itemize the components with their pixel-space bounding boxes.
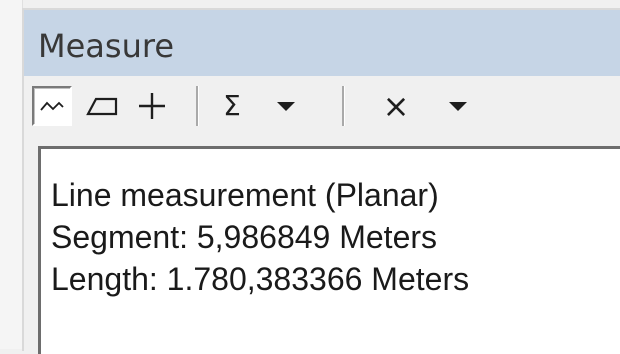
window-title: Measure <box>38 27 174 65</box>
toolbar-separator <box>342 86 345 126</box>
clear-dropdown-button[interactable] <box>440 88 476 124</box>
title-bar[interactable]: Measure <box>24 10 620 76</box>
measure-area-button[interactable] <box>82 88 122 124</box>
chevron-down-icon <box>449 102 467 111</box>
segment-value-text: Segment: 5,986849 Meters <box>51 219 438 255</box>
clear-button[interactable]: × <box>378 88 414 124</box>
measure-toolbar: Σ × <box>24 76 620 136</box>
plus-icon <box>139 93 165 119</box>
polyline-icon <box>40 101 64 111</box>
measure-feature-button[interactable] <box>132 88 172 124</box>
left-edge-strip <box>0 0 23 349</box>
measure-line-button[interactable] <box>32 86 72 126</box>
close-icon: × <box>382 87 410 125</box>
units-dropdown-button[interactable] <box>268 88 304 124</box>
sigma-icon: Σ <box>223 89 241 122</box>
measurement-mode-text: Line measurement (Planar) <box>51 177 439 213</box>
measure-window: Measure Σ × Line measurement (Planar) Se… <box>22 8 620 354</box>
measurement-results-panel[interactable]: Line measurement (Planar) Segment: 5,986… <box>38 146 620 354</box>
length-value-text: Length: 1.780,383366 Meters <box>51 261 470 297</box>
polygon-icon <box>86 97 118 116</box>
chevron-down-icon <box>277 102 295 111</box>
show-total-button[interactable]: Σ <box>212 88 252 124</box>
toolbar-separator <box>196 86 199 126</box>
